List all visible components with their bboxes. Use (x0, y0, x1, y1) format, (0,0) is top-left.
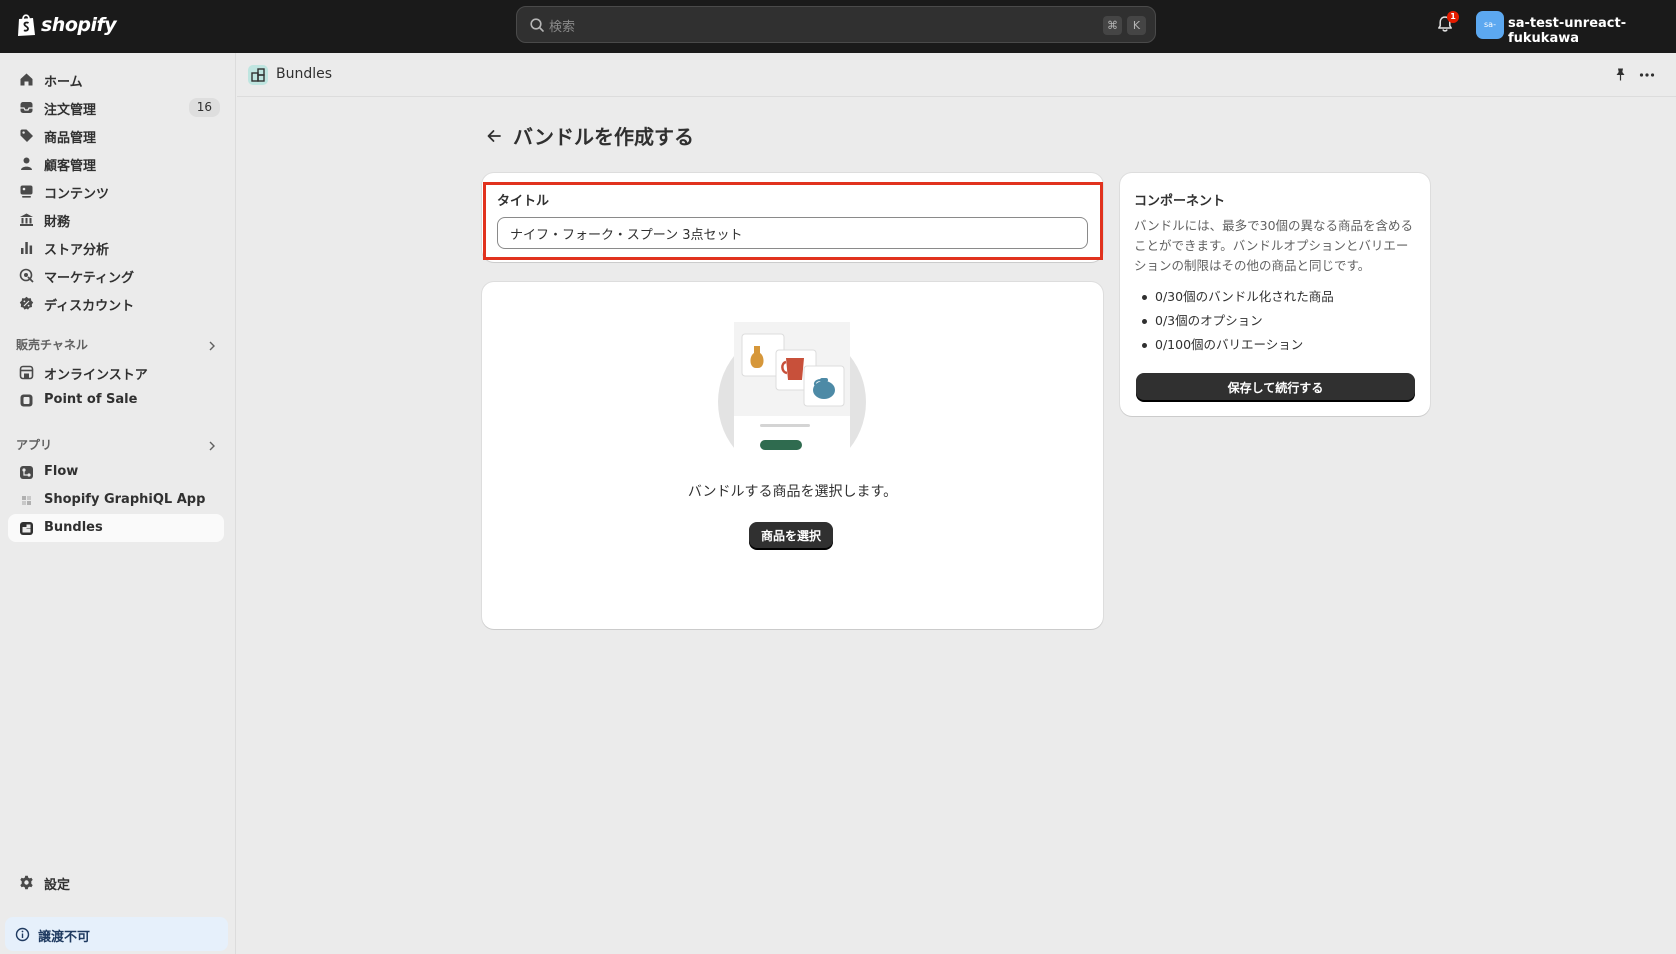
bundle-illustration (718, 322, 866, 460)
target-icon (19, 268, 34, 283)
bundles-icon (20, 522, 33, 535)
sidebar-item-label: ホーム (44, 75, 83, 90)
sidebar-item-label: 注文管理 (44, 103, 97, 118)
sidebar-item-label: Bundles (44, 520, 103, 535)
sidebar-item-flow[interactable]: Flow (8, 458, 224, 486)
sidebar-item-content[interactable]: コンテンツ (8, 177, 224, 205)
pos-icon (20, 394, 33, 407)
apps-heading: アプリ (16, 438, 53, 452)
shopify-bag-icon (18, 14, 35, 36)
limit-text: 0/30個のバンドル化された商品 (1155, 289, 1334, 304)
notification-badge: 1 (1447, 11, 1459, 23)
limit-text: 0/3個のオプション (1155, 313, 1263, 328)
bundles-app-icon (248, 65, 268, 85)
content-icon (20, 185, 33, 198)
shopify-logo[interactable]: shopify (16, 12, 117, 37)
orders-count-badge: 16 (188, 98, 220, 117)
title-input[interactable] (497, 217, 1088, 249)
search-bar[interactable]: 検索 ⌘ K (516, 6, 1156, 43)
bullet-icon (1142, 295, 1147, 300)
chart-icon (21, 242, 33, 254)
person-icon (21, 157, 32, 170)
title-field-label: タイトル (497, 194, 550, 209)
page-title: バンドルを作成する (513, 125, 694, 149)
sidebar-item-label: オンラインストア (44, 368, 148, 383)
tag-icon (20, 129, 33, 142)
sidebar-item-label: 顧客管理 (44, 159, 97, 174)
orders-icon (20, 102, 33, 113)
bullet-icon (1142, 343, 1147, 348)
store-avatar[interactable]: sa- (1476, 11, 1504, 39)
sidebar-item-products[interactable]: 商品管理 (8, 121, 224, 149)
flow-icon (20, 466, 33, 479)
sidebar-item-point-of-sale[interactable]: Point of Sale (8, 386, 224, 414)
gear-icon (20, 875, 33, 890)
components-description: バンドルには、最多で30個の異なる商品を含めることができます。バンドルオプション… (1134, 218, 1414, 273)
sidebar-item-analytics[interactable]: ストア分析 (8, 233, 224, 261)
app-header: Bundles (237, 53, 1676, 97)
app-title: Bundles (276, 66, 333, 82)
shortcut-k-key: K (1127, 16, 1146, 35)
notice-label: 譲渡不可 (38, 930, 91, 945)
sidebar-item-orders[interactable]: 注文管理 16 (8, 93, 224, 121)
sidebar-item-home[interactable]: ホーム (8, 65, 224, 93)
bullet-icon (1142, 319, 1147, 324)
search-icon (530, 18, 544, 32)
sidebar-item-label: マーケティング (44, 271, 134, 286)
sidebar-item-label: Flow (44, 464, 79, 479)
sidebar-item-finance[interactable]: 財務 (8, 205, 224, 233)
sidebar-item-settings[interactable]: 設定 (8, 868, 224, 896)
sidebar-item-label: 財務 (44, 215, 71, 230)
info-icon (15, 927, 30, 942)
home-icon (20, 73, 33, 86)
sidebar-item-label: Shopify GraphiQL App (44, 492, 206, 507)
sidebar-item-graphiql[interactable]: Shopify GraphiQL App (8, 486, 224, 514)
save-and-continue-button[interactable]: 保存して続行する (1136, 373, 1415, 401)
bank-icon (20, 213, 33, 226)
select-products-button[interactable]: 商品を選択 (749, 522, 833, 549)
store-icon (19, 365, 34, 380)
graphiql-icon (22, 496, 31, 505)
more-options-icon[interactable] (1638, 66, 1656, 84)
pin-icon[interactable] (1613, 67, 1628, 82)
discount-icon (19, 296, 34, 310)
sidebar-item-customers[interactable]: 顧客管理 (8, 149, 224, 177)
sidebar-item-label: コンテンツ (44, 187, 110, 202)
picker-description: バンドルする商品を選択します。 (687, 484, 898, 500)
components-title: コンポーネント (1134, 194, 1226, 209)
sidebar-item-bundles[interactable]: Bundles (8, 514, 224, 542)
sidebar-item-marketing[interactable]: マーケティング (8, 261, 224, 289)
sidebar-item-label: ディスカウント (44, 299, 135, 314)
components-limits-list: 0/30個のバンドル化された商品 0/3個のオプション 0/100個のバリエーシ… (1134, 285, 1416, 357)
chevron-right-icon[interactable] (206, 340, 218, 352)
back-arrow-icon[interactable] (484, 126, 504, 146)
list-item: 0/100個のバリエーション (1134, 333, 1416, 357)
sidebar-item-discounts[interactable]: ディスカウント (8, 289, 224, 317)
chevron-right-icon[interactable] (206, 440, 218, 452)
top-bar: shopify 検索 ⌘ K 1 sa- sa-test-unreact-fuk… (0, 0, 1676, 53)
list-item: 0/3個のオプション (1134, 309, 1416, 333)
non-transferable-notice[interactable]: 譲渡不可 (5, 917, 228, 951)
sidebar-item-label: Point of Sale (44, 392, 138, 407)
sidebar-item-label: ストア分析 (44, 243, 110, 258)
shortcut-cmd-key: ⌘ (1103, 16, 1122, 35)
sidebar-item-label: 商品管理 (44, 131, 97, 146)
logo-text: shopify (41, 13, 117, 36)
sidebar-item-label: 設定 (44, 878, 71, 893)
limit-text: 0/100個のバリエーション (1155, 337, 1304, 352)
store-name[interactable]: sa-test-unreact-fukukawa (1508, 16, 1676, 46)
sales-channels-heading: 販売チャネル (16, 338, 88, 352)
list-item: 0/30個のバンドル化された商品 (1134, 285, 1416, 309)
sidebar-item-online-store[interactable]: オンラインストア (8, 358, 224, 386)
search-placeholder: 検索 (549, 20, 576, 35)
